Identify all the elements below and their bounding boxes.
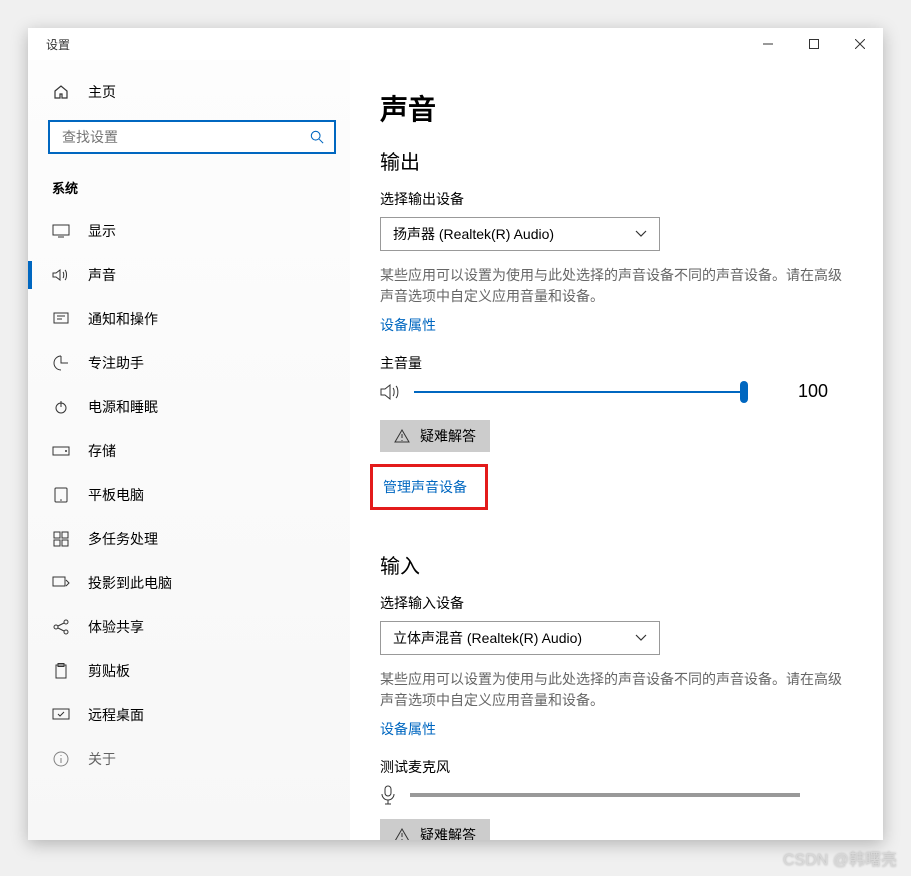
maximize-button[interactable] [791,28,837,60]
output-heading: 输出 [380,146,843,175]
nav-item-sound[interactable]: 声音 [28,253,350,297]
display-icon [52,222,70,240]
volume-control: 100 [380,381,843,402]
mic-test-label: 测试麦克风 [380,757,843,777]
output-troubleshoot-button[interactable]: 疑难解答 [380,420,490,452]
nav-label: 存储 [88,441,116,461]
tablet-icon [52,486,70,504]
multitask-icon [52,530,70,548]
troubleshoot-label: 疑难解答 [420,825,476,840]
nav-label: 平板电脑 [88,485,144,505]
input-device-select[interactable]: 立体声混音 (Realtek(R) Audio) [380,621,660,655]
output-props-link[interactable]: 设备属性 [380,315,436,335]
content-area: 主页 系统 显示 声音 通知和操作 [28,60,883,840]
about-icon [52,750,70,768]
nav-item-tablet[interactable]: 平板电脑 [28,473,350,517]
shared-icon [52,618,70,636]
chevron-down-icon [635,634,647,642]
sidebar: 主页 系统 显示 声音 通知和操作 [28,60,350,840]
mic-test-row [380,785,843,805]
project-icon [52,574,70,592]
nav-label: 体验共享 [88,617,144,637]
manage-sound-devices-link[interactable]: 管理声音设备 [370,464,488,510]
settings-window: 设置 主页 [28,28,883,840]
input-select-label: 选择输入设备 [380,593,843,613]
troubleshoot-label: 疑难解答 [420,426,476,446]
remote-icon [52,706,70,724]
output-device-select[interactable]: 扬声器 (Realtek(R) Audio) [380,217,660,251]
search-input[interactable] [48,120,336,154]
speaker-icon[interactable] [380,383,400,401]
power-icon [52,398,70,416]
microphone-icon [380,785,396,805]
section-label: 系统 [28,174,350,209]
page-title: 声音 [380,88,843,128]
focus-icon [52,354,70,372]
output-description: 某些应用可以设置为使用与此处选择的声音设备不同的声音设备。请在高级声音选项中自定… [380,265,842,307]
nav-label: 投影到此电脑 [88,573,172,593]
input-props-link[interactable]: 设备属性 [380,719,436,739]
nav-label: 远程桌面 [88,705,144,725]
nav-label: 显示 [88,221,116,241]
nav-item-project[interactable]: 投影到此电脑 [28,561,350,605]
home-label: 主页 [88,82,116,102]
storage-icon [52,442,70,460]
input-heading: 输入 [380,550,843,579]
input-description: 某些应用可以设置为使用与此处选择的声音设备不同的声音设备。请在高级声音选项中自定… [380,669,842,711]
notifications-icon [52,310,70,328]
search-icon [310,130,324,144]
output-selected-value: 扬声器 (Realtek(R) Audio) [393,224,554,244]
input-selected-value: 立体声混音 (Realtek(R) Audio) [393,628,582,648]
nav-item-shared[interactable]: 体验共享 [28,605,350,649]
nav-item-multitask[interactable]: 多任务处理 [28,517,350,561]
chevron-down-icon [635,230,647,238]
nav-label: 剪贴板 [88,661,130,681]
home-link[interactable]: 主页 [28,74,350,110]
nav-item-storage[interactable]: 存储 [28,429,350,473]
window-title: 设置 [46,36,70,53]
output-select-label: 选择输出设备 [380,189,843,209]
nav-item-focus[interactable]: 专注助手 [28,341,350,385]
nav-label: 电源和睡眠 [88,397,158,417]
main-content: 声音 输出 选择输出设备 扬声器 (Realtek(R) Audio) 某些应用… [350,60,883,840]
warning-icon [394,429,410,443]
watermark: CSDN @韩曙亮 [783,846,897,870]
nav-item-about[interactable]: 关于 [28,737,350,781]
sound-icon [52,266,70,284]
nav-label: 通知和操作 [88,309,158,329]
volume-label: 主音量 [380,353,843,373]
close-button[interactable] [837,28,883,60]
nav-item-clipboard[interactable]: 剪贴板 [28,649,350,693]
nav-item-notifications[interactable]: 通知和操作 [28,297,350,341]
nav-item-display[interactable]: 显示 [28,209,350,253]
titlebar: 设置 [28,28,883,60]
volume-value: 100 [798,381,828,402]
mic-level-meter [410,793,800,797]
slider-thumb[interactable] [740,381,748,403]
window-controls [745,28,883,60]
nav-label: 声音 [88,265,116,285]
warning-icon [394,828,410,840]
input-troubleshoot-button[interactable]: 疑难解答 [380,819,490,840]
search-field[interactable] [62,129,310,145]
volume-slider[interactable] [414,391,744,393]
nav-item-remote[interactable]: 远程桌面 [28,693,350,737]
minimize-button[interactable] [745,28,791,60]
clipboard-icon [52,662,70,680]
nav-label: 专注助手 [88,353,144,373]
nav-label: 关于 [88,749,116,769]
nav-label: 多任务处理 [88,529,158,549]
nav-item-power[interactable]: 电源和睡眠 [28,385,350,429]
home-icon [52,83,70,101]
